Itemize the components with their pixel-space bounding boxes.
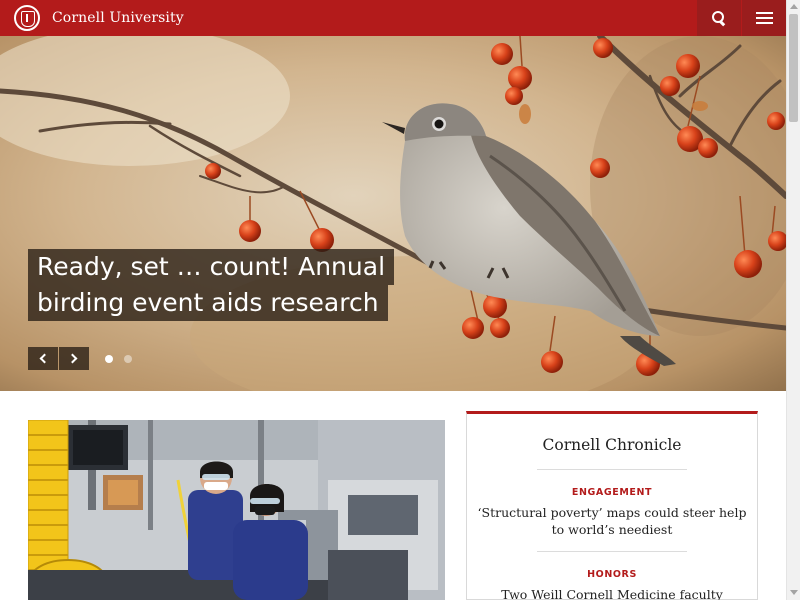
carousel-dot-2[interactable] bbox=[124, 355, 132, 363]
chronicle-story[interactable]: HONORS Two Weill Cornell Medicine facult… bbox=[477, 569, 747, 600]
chevron-left-icon bbox=[39, 353, 50, 364]
scrollbar-thumb[interactable] bbox=[789, 14, 798, 122]
hero-title-line-2[interactable]: birding event aids research bbox=[28, 285, 388, 321]
cornell-chronicle-panel: Cornell Chronicle ENGAGEMENT ‘Structural… bbox=[466, 411, 758, 600]
chronicle-title[interactable]: Cornell Chronicle bbox=[467, 436, 757, 454]
carousel-dot-1[interactable] bbox=[105, 355, 113, 363]
feature-story-image[interactable] bbox=[28, 420, 445, 600]
chronicle-story[interactable]: ENGAGEMENT ‘Structural poverty’ maps cou… bbox=[477, 487, 747, 538]
brand-name: Cornell University bbox=[52, 10, 184, 26]
search-icon bbox=[712, 11, 726, 25]
scroll-up-arrow-icon[interactable] bbox=[790, 4, 798, 9]
cornell-seal-icon bbox=[14, 5, 40, 31]
story-headline[interactable]: Two Weill Cornell Medicine faculty bbox=[477, 586, 747, 600]
story-category[interactable]: HONORS bbox=[477, 569, 747, 580]
carousel-prev-button[interactable] bbox=[28, 347, 58, 370]
page-scrollbar[interactable] bbox=[786, 0, 800, 600]
hero-image-bird-on-branch[interactable] bbox=[0, 36, 786, 391]
menu-icon bbox=[755, 12, 773, 24]
lab-photo bbox=[28, 420, 445, 600]
cornell-logo[interactable]: Cornell University bbox=[14, 5, 184, 31]
carousel-next-button[interactable] bbox=[59, 347, 89, 370]
hero-headline[interactable]: Ready, set … count! Annual birding event… bbox=[28, 249, 395, 321]
divider bbox=[537, 551, 687, 552]
hero-title-line-1[interactable]: Ready, set … count! Annual bbox=[28, 249, 395, 285]
chevron-right-icon bbox=[67, 353, 78, 364]
story-headline[interactable]: ‘Structural poverty’ maps could steer he… bbox=[477, 504, 747, 538]
menu-button[interactable] bbox=[742, 0, 786, 36]
scroll-down-arrow-icon[interactable] bbox=[790, 590, 798, 595]
divider bbox=[537, 469, 687, 470]
search-button[interactable] bbox=[697, 0, 741, 36]
carousel-controls bbox=[28, 347, 90, 370]
hero-carousel: Ready, set … count! Annual birding event… bbox=[0, 36, 786, 391]
carousel-indicators bbox=[105, 355, 143, 363]
story-category[interactable]: ENGAGEMENT bbox=[477, 487, 747, 498]
site-header: Cornell University bbox=[0, 0, 786, 36]
